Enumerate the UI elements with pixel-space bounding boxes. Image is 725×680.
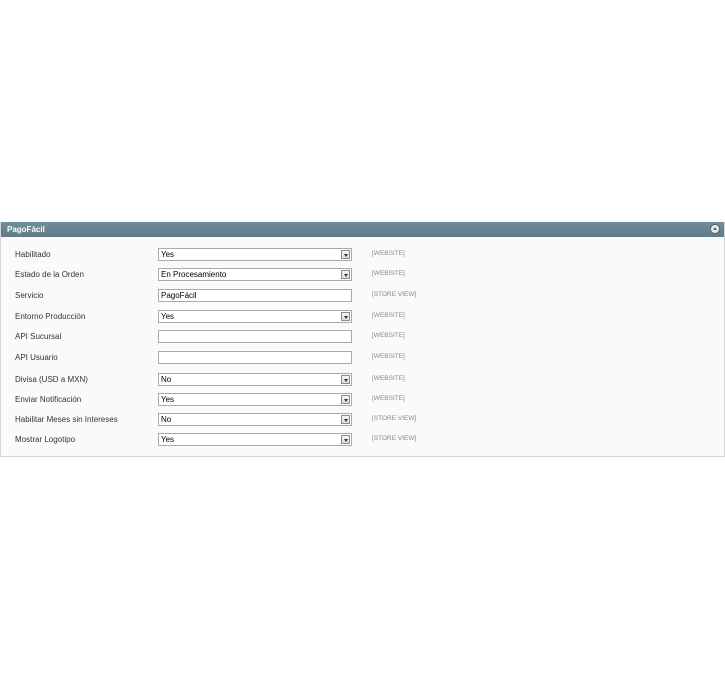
field-label: Entorno Producción (15, 312, 86, 321)
scope-label: [WEBSITE] (372, 375, 405, 382)
field-label: Divisa (USD a MXN) (15, 375, 88, 384)
collapse-icon[interactable] (710, 224, 720, 234)
mostrar-logotipo-select[interactable]: Yes (158, 433, 352, 446)
config-row-estado-orden: Estado de la Orden En Procesamiento [WEB… (1, 267, 724, 284)
chevron-down-icon[interactable] (341, 270, 350, 279)
config-row-enviar-notificacion: Enviar Notificación Yes [WEBSITE] (1, 392, 724, 409)
selected-value: Yes (161, 250, 175, 259)
habilitado-select[interactable]: Yes (158, 248, 352, 261)
config-row-api-usuario: API Usuario [WEBSITE] (1, 350, 724, 367)
field-label: Habilitado (15, 250, 51, 259)
servicio-input[interactable]: PagoFácil (158, 289, 352, 302)
selected-value: Yes (161, 435, 175, 444)
selected-value: En Procesamiento (161, 270, 227, 279)
scope-label: [WEBSITE] (372, 395, 405, 402)
divisa-select[interactable]: No (158, 373, 352, 386)
config-row-api-sucursal: API Sucursal [WEBSITE] (1, 329, 724, 346)
chevron-down-icon[interactable] (341, 435, 350, 444)
scope-label: [WEBSITE] (372, 353, 405, 360)
api-sucursal-input[interactable] (158, 330, 352, 343)
chevron-down-icon[interactable] (341, 375, 350, 384)
field-label: API Usuario (15, 353, 58, 362)
config-row-entorno-produccion: Entorno Producción Yes [WEBSITE] (1, 309, 724, 326)
field-label: Enviar Notificación (15, 395, 82, 404)
scope-label: [WEBSITE] (372, 270, 405, 277)
chevron-down-icon[interactable] (341, 250, 350, 259)
chevron-down-icon[interactable] (341, 312, 350, 321)
field-label: Estado de la Orden (15, 270, 84, 279)
chevron-down-icon[interactable] (341, 415, 350, 424)
selected-value: Yes (161, 312, 175, 321)
field-label: API Sucursal (15, 332, 62, 341)
scope-label: [STORE VIEW] (372, 415, 417, 422)
selected-value: No (161, 415, 172, 424)
config-row-servicio: Servicio PagoFácil [STORE VIEW] (1, 288, 724, 305)
selected-value: No (161, 375, 172, 384)
section-title: PagoFácil (7, 225, 45, 234)
enviar-notificacion-select[interactable]: Yes (158, 393, 352, 406)
selected-value: Yes (161, 395, 175, 404)
config-row-divisa: Divisa (USD a MXN) No [WEBSITE] (1, 372, 724, 389)
meses-sin-intereses-select[interactable]: No (158, 413, 352, 426)
section-header[interactable]: PagoFácil (1, 222, 724, 237)
entorno-produccion-select[interactable]: Yes (158, 310, 352, 323)
scope-label: [STORE VIEW] (372, 435, 417, 442)
scope-label: [STORE VIEW] (372, 291, 417, 298)
scope-label: [WEBSITE] (372, 250, 405, 257)
pagofacil-config-panel: PagoFácil Habilitado Yes [WEBSITE] Estad… (0, 222, 725, 457)
field-label: Habilitar Meses sin Intereses (15, 415, 118, 424)
config-row-meses-sin-intereses: Habilitar Meses sin Intereses No [STORE … (1, 412, 724, 429)
api-usuario-input[interactable] (158, 351, 352, 364)
chevron-down-icon[interactable] (341, 395, 350, 404)
field-label: Mostrar Logotipo (15, 435, 76, 444)
estado-orden-select[interactable]: En Procesamiento (158, 268, 352, 281)
field-label: Servicio (15, 291, 44, 300)
config-row-mostrar-logotipo: Mostrar Logotipo Yes [STORE VIEW] (1, 432, 724, 449)
config-row-habilitado: Habilitado Yes [WEBSITE] (1, 247, 724, 264)
scope-label: [WEBSITE] (372, 332, 405, 339)
scope-label: [WEBSITE] (372, 312, 405, 319)
